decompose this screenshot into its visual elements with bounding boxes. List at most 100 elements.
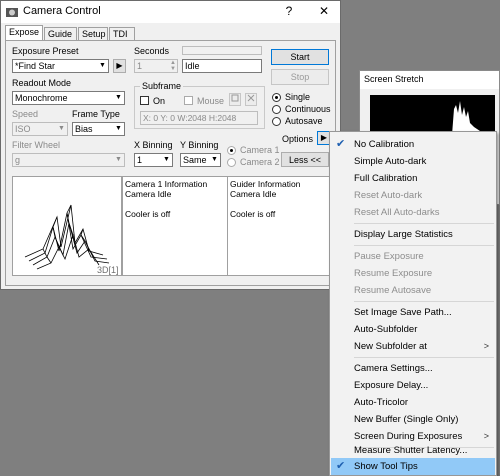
- chevron-down-icon: ▼: [115, 125, 122, 132]
- camera-control-window: Camera Control ? ✕ Expose Guide Setup TD…: [0, 0, 341, 290]
- menu-item-camera-settings[interactable]: Camera Settings...: [331, 360, 495, 377]
- seconds-label: Seconds: [134, 46, 170, 56]
- preview-pane[interactable]: 3D[1]: [12, 176, 122, 276]
- subframe-mouse-label: Mouse: [197, 96, 225, 106]
- autosave-radio[interactable]: [272, 117, 281, 126]
- camera-info-pane: Camera 1 Information Camera Idle Cooler …: [122, 176, 228, 276]
- camera-app-icon: [6, 8, 18, 17]
- single-radio[interactable]: [272, 93, 281, 102]
- guider-info-title: Guider Information: [230, 179, 301, 189]
- chevron-down-icon: ▼: [163, 156, 170, 163]
- readout-mode-select[interactable]: Monochrome ▼: [12, 91, 125, 105]
- menu-item-resume-exposure[interactable]: Resume Exposure: [331, 265, 495, 282]
- menu-item-reset-auto-dark[interactable]: Reset Auto-dark: [331, 187, 495, 204]
- menu-item-set-image-save-path[interactable]: Set Image Save Path...: [331, 304, 495, 321]
- tab-expose[interactable]: Expose: [5, 25, 43, 41]
- tab-tdi[interactable]: TDI: [109, 27, 135, 41]
- check-icon: ✔: [336, 460, 346, 472]
- speed-label: Speed: [12, 109, 39, 119]
- options-context-menu: ✔ No Calibration Simple Auto-dark Full C…: [329, 131, 497, 476]
- continuous-radio[interactable]: [272, 105, 281, 114]
- continuous-label: Continuous: [285, 104, 331, 114]
- camera2-label: Camera 2: [240, 157, 280, 167]
- close-button[interactable]: ✕: [314, 4, 334, 18]
- exposure-preset-label: Exposure Preset: [12, 46, 79, 56]
- menu-separator: [354, 223, 494, 224]
- single-label: Single: [285, 92, 311, 102]
- help-button[interactable]: ?: [279, 4, 299, 18]
- histogram-plot: [452, 101, 488, 135]
- menu-item-display-large-statistics[interactable]: Display Large Statistics: [331, 226, 495, 243]
- menu-item-new-buffer[interactable]: New Buffer (Single Only): [331, 411, 495, 428]
- less-button[interactable]: Less <<: [281, 152, 329, 167]
- menu-item-show-tool-tips[interactable]: ✔ Show Tool Tips: [331, 458, 495, 475]
- menu-item-simple-auto-dark[interactable]: Simple Auto-dark: [331, 153, 495, 170]
- title-bar: Camera Control ? ✕: [1, 1, 340, 23]
- star-3d-plot: [24, 204, 110, 270]
- tab-guide[interactable]: Guide: [44, 27, 77, 41]
- exposure-preset-select[interactable]: *Find Star ▼: [12, 59, 109, 73]
- window-title: Camera Control: [23, 5, 101, 17]
- subframe-clear-button[interactable]: [245, 93, 257, 106]
- spinner-icon[interactable]: ▲ ▼: [170, 60, 176, 72]
- menu-item-full-calibration[interactable]: Full Calibration: [331, 170, 495, 187]
- preset-menu-button[interactable]: ▶: [113, 59, 126, 73]
- tab-setup[interactable]: Setup: [78, 27, 108, 41]
- chevron-down-icon: ▼: [115, 94, 122, 101]
- speed-select[interactable]: ISO ▼: [12, 122, 68, 136]
- y-binning-select[interactable]: Same ▼: [180, 153, 221, 167]
- preview-badge: 3D[1]: [97, 265, 119, 275]
- menu-item-resume-autosave[interactable]: Resume Autosave: [331, 282, 495, 299]
- camera1-label: Camera 1: [240, 145, 280, 155]
- camera-info-status: Camera Idle: [125, 189, 172, 199]
- menu-item-auto-subfolder[interactable]: Auto-Subfolder: [331, 321, 495, 338]
- options-label: Options: [282, 134, 314, 144]
- camera2-radio[interactable]: [227, 158, 236, 167]
- menu-separator: [354, 245, 494, 246]
- chevron-down-icon: ▼: [99, 62, 106, 69]
- menu-item-measure-shutter-latency[interactable]: Measure Shutter Latency...: [331, 442, 495, 459]
- y-binning-label: Y Binning: [180, 140, 219, 150]
- stop-button[interactable]: Stop: [271, 69, 329, 85]
- autosave-label: Autosave: [285, 116, 323, 126]
- subframe-coords: X: 0 Y: 0 W:2048 H:2048: [140, 111, 258, 125]
- check-icon: ✔: [336, 138, 346, 150]
- camera1-radio[interactable]: [227, 146, 236, 155]
- subframe-mouse-checkbox[interactable]: [184, 96, 193, 105]
- guider-info-pane: Guider Information Camera Idle Cooler is…: [227, 176, 331, 276]
- fullframe-icon: [231, 94, 239, 102]
- progress-bar: [182, 46, 262, 55]
- clear-icon: [247, 94, 255, 102]
- frame-type-label: Frame Type: [72, 109, 120, 119]
- subframe-label: Subframe: [140, 81, 184, 91]
- guider-info-status: Camera Idle: [230, 189, 277, 199]
- menu-item-pause-exposure[interactable]: Pause Exposure: [331, 248, 495, 265]
- guider-info-cooler: Cooler is off: [230, 209, 276, 219]
- subframe-on-label: On: [153, 96, 166, 106]
- camera-info-cooler: Cooler is off: [125, 209, 171, 219]
- chevron-down-icon: ▼: [58, 125, 65, 132]
- frame-type-select[interactable]: Bias ▼: [72, 122, 125, 136]
- stretch-title-bar: Screen Stretch: [360, 71, 499, 89]
- stretch-histogram[interactable]: [370, 95, 495, 135]
- menu-separator: [354, 357, 494, 358]
- filter-wheel-select[interactable]: g ▼: [12, 153, 125, 167]
- chevron-down-icon: ▼: [211, 156, 218, 163]
- submenu-arrow-icon: >: [483, 341, 489, 351]
- status-field: Idle: [182, 59, 262, 73]
- filter-wheel-label: Filter Wheel: [12, 140, 61, 150]
- x-binning-label: X Binning: [134, 140, 173, 150]
- start-button[interactable]: Start: [271, 49, 329, 65]
- chevron-down-icon: ▼: [115, 156, 122, 163]
- menu-item-exposure-delay[interactable]: Exposure Delay...: [331, 377, 495, 394]
- x-binning-select[interactable]: 1 ▼: [134, 153, 173, 167]
- menu-item-auto-tricolor[interactable]: Auto-Tricolor: [331, 394, 495, 411]
- seconds-input[interactable]: 1 ▲ ▼: [134, 59, 178, 73]
- menu-item-no-calibration[interactable]: ✔ No Calibration: [331, 136, 495, 153]
- subframe-full-button[interactable]: [229, 93, 241, 106]
- menu-item-reset-all-auto-darks[interactable]: Reset All Auto-darks: [331, 204, 495, 221]
- menu-separator: [354, 301, 494, 302]
- subframe-on-checkbox[interactable]: [140, 96, 149, 105]
- menu-item-new-subfolder-at[interactable]: New Subfolder at >: [331, 338, 495, 355]
- camera-info-title: Camera 1 Information: [125, 179, 208, 189]
